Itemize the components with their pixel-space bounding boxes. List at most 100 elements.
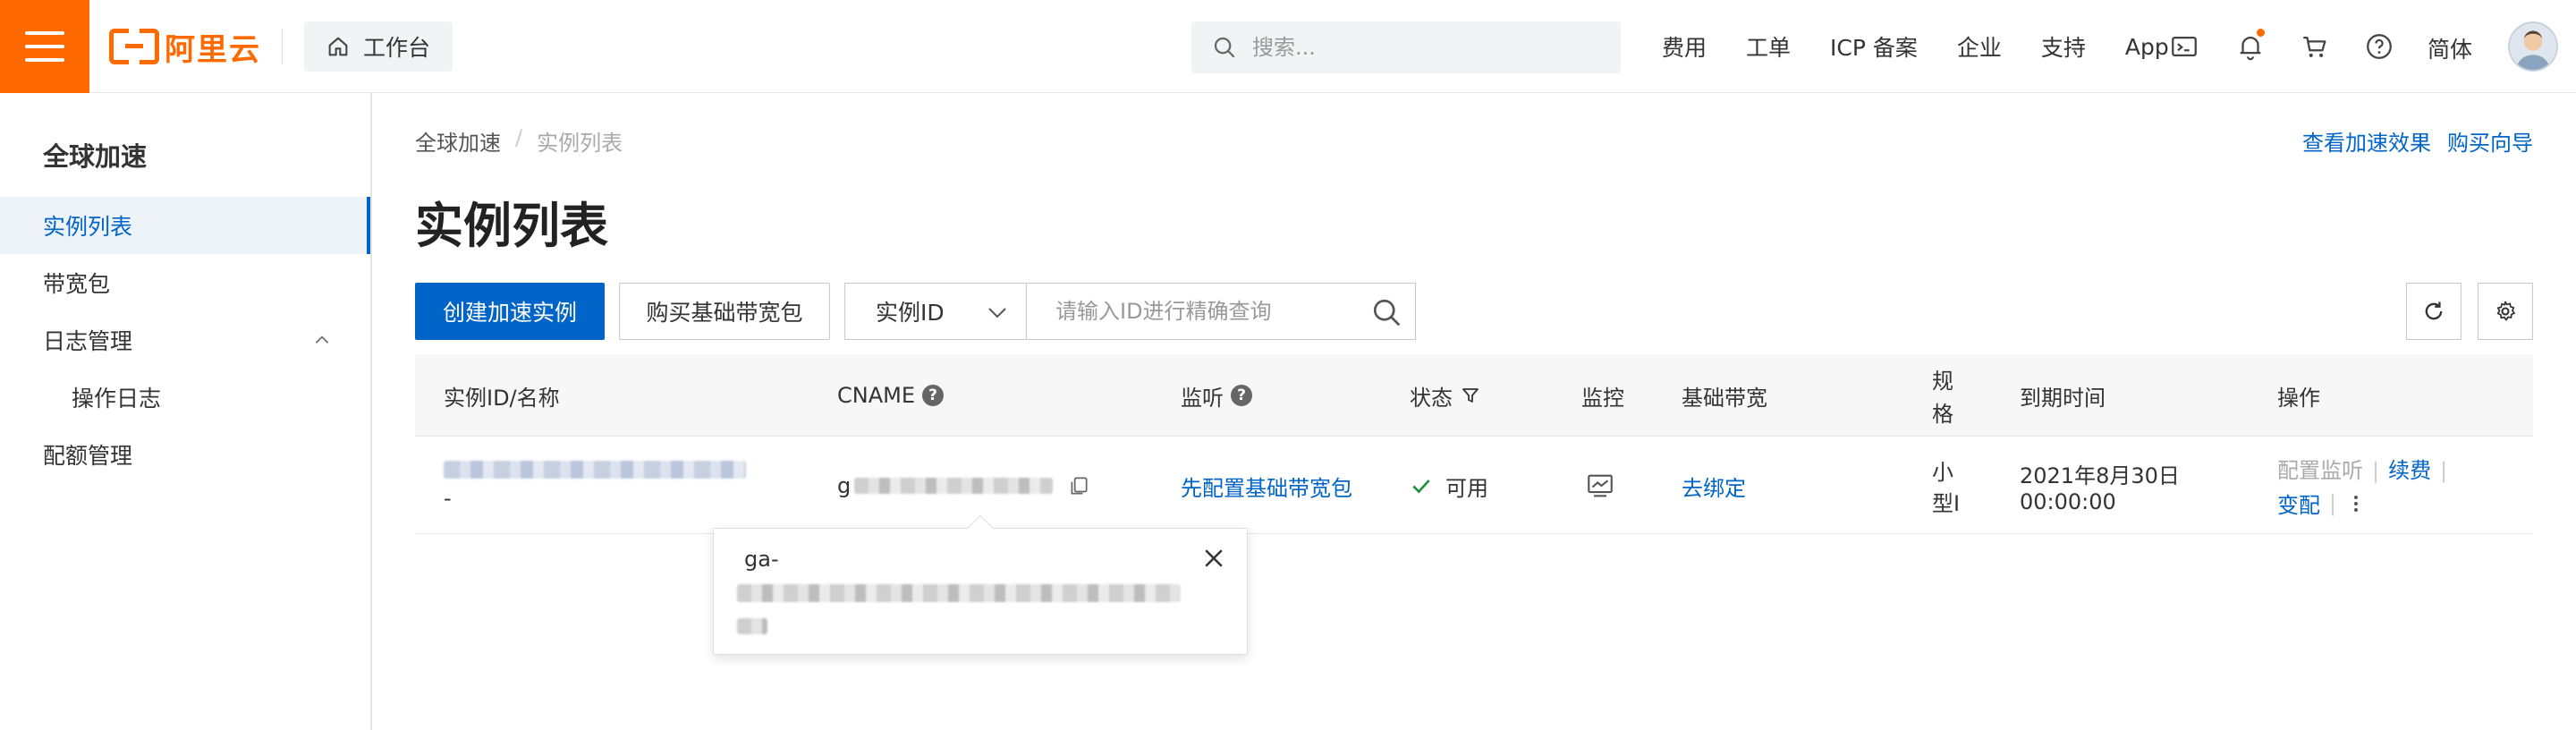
nav-fees[interactable]: 费用 [1662, 30, 1707, 63]
col-cname: CNAME ? [837, 354, 944, 437]
cell-id-name: - [444, 437, 746, 534]
sidebar-item-operation-log[interactable]: 操作日志 [0, 369, 370, 426]
filter-select-value: 实例ID [876, 300, 945, 326]
top-links: 查看加速效果 购买向导 [2302, 125, 2533, 157]
expire-date: 2021年8月30日 [2020, 463, 2180, 488]
logo-text: 阿里云 [165, 31, 261, 68]
question-circle-icon [2367, 34, 2392, 59]
filter-select[interactable]: 实例ID [844, 283, 1027, 340]
view-effect-link[interactable]: 查看加速效果 [2302, 125, 2431, 157]
create-instance-button[interactable]: 创建加速实例 [415, 283, 605, 340]
table-header: 实例ID/名称 CNAME ? 监听 ? 状态 监控 基础带宽 规 格 到期时间… [415, 354, 2533, 437]
cell-monitor [1585, 437, 1615, 534]
expire-time: 00:00:00 [2020, 488, 2116, 514]
breadcrumb: 全球加速 / 实例列表 [415, 125, 623, 157]
bind-bandwidth-link[interactable]: 去绑定 [1682, 437, 1746, 534]
breadcrumb-root[interactable]: 全球加速 [415, 125, 501, 157]
cname-masked [854, 478, 1054, 494]
col-spec: 规 格 [1932, 354, 1953, 437]
sidebar: 全球加速 实例列表 带宽包 日志管理 操作日志 配额管理 [0, 93, 372, 730]
change-spec-action[interactable]: 变配 [2277, 488, 2320, 519]
popover-text: ga- [744, 547, 779, 572]
refresh-button[interactable] [2406, 283, 2462, 340]
sidebar-item-label: 日志管理 [43, 328, 133, 354]
config-listener-action[interactable]: 配置监听 [2277, 458, 2363, 483]
settings-button[interactable] [2478, 283, 2533, 340]
cart-icon [2303, 36, 2326, 57]
col-status: 状态 [1410, 354, 1481, 437]
nav-app[interactable]: App [2125, 34, 2169, 60]
col-bandwidth: 基础带宽 [1682, 385, 1767, 411]
breadcrumb-current: 实例列表 [537, 131, 623, 156]
configure-bandwidth-link[interactable]: 先配置基础带宽包 [1181, 437, 1352, 534]
cell-expire: 2021年8月30日 00:00:00 [2020, 437, 2180, 534]
sidebar-title: 全球加速 [43, 141, 148, 172]
col-listener: 监听 ? [1181, 354, 1252, 437]
help-icon[interactable]: ? [922, 385, 944, 406]
page-title: 实例列表 [415, 198, 608, 254]
col-monitor: 监控 [1581, 385, 1624, 411]
nav-support[interactable]: 支持 [2041, 30, 2086, 63]
top-bar: 阿里云 工作台 费用 工单 ICP 备案 企业 支持 App 简体 [0, 0, 2576, 93]
check-icon [1412, 480, 1430, 494]
aliyun-logo[interactable]: 阿里云 [109, 25, 261, 68]
spec-line2: 型I [1932, 491, 1961, 516]
cname-popover: ga- [713, 514, 1248, 655]
popover-masked-line-1 [737, 584, 1181, 602]
col-status-label: 状态 [1410, 385, 1453, 411]
help-button[interactable] [2363, 30, 2395, 63]
id-search-field[interactable] [1026, 283, 1416, 340]
sidebar-item-quota[interactable]: 配额管理 [0, 426, 370, 483]
sidebar-item-bandwidth[interactable]: 带宽包 [0, 254, 370, 311]
instance-name: - [444, 486, 452, 511]
spec-line1: 小 [1932, 460, 1953, 485]
terminal-icon [2172, 36, 2197, 57]
sidebar-item-instances[interactable]: 实例列表 [0, 197, 370, 254]
global-search[interactable] [1191, 21, 1621, 73]
id-search-input[interactable] [1055, 299, 1360, 324]
instance-id-link[interactable] [444, 461, 746, 479]
divider [282, 29, 283, 64]
col-ops: 操作 [2277, 385, 2320, 411]
copy-icon[interactable] [1067, 474, 1090, 497]
cell-status: 可用 [1410, 437, 1488, 534]
col-spec-line1: 规 [1932, 369, 1953, 394]
nav-tickets[interactable]: 工单 [1746, 30, 1791, 63]
terminal-button[interactable] [2168, 30, 2200, 63]
buy-guide-link[interactable]: 购买向导 [2447, 125, 2533, 157]
chevron-up-icon [315, 335, 329, 344]
filter-icon[interactable] [1460, 385, 1481, 406]
nav-icp[interactable]: ICP 备案 [1830, 30, 1918, 63]
logo-mark-icon [109, 29, 159, 64]
menu-button[interactable] [0, 0, 89, 93]
col-expire: 到期时间 [2020, 385, 2106, 411]
home-icon [328, 37, 348, 56]
monitor-chart-icon[interactable] [1585, 471, 1615, 501]
avatar-icon [2516, 30, 2550, 70]
user-avatar[interactable] [2508, 21, 2558, 72]
hamburger-icon [25, 31, 64, 62]
cname-value: g [837, 473, 852, 498]
cart-button[interactable] [2299, 30, 2331, 63]
more-vertical-icon[interactable] [2345, 491, 2367, 516]
notification-dot [2257, 29, 2265, 37]
chevron-down-icon [988, 308, 1006, 318]
close-icon[interactable] [1200, 545, 1227, 572]
col-listener-label: 监听 [1181, 385, 1224, 411]
workbench-button[interactable]: 工作台 [304, 21, 453, 72]
nav-enterprise[interactable]: 企业 [1957, 30, 2002, 63]
popover-masked-line-2 [737, 618, 767, 634]
global-search-input[interactable] [1252, 35, 1592, 60]
refresh-icon [2425, 301, 2443, 320]
language-switch[interactable]: 简体 [2428, 32, 2472, 64]
renew-action[interactable]: 续费 [2388, 458, 2431, 483]
cell-ops: 配置监听 | 续费 | 变配 | [2277, 458, 2448, 519]
notification-button[interactable] [2234, 29, 2267, 63]
search-icon[interactable] [1370, 296, 1402, 328]
cell-spec: 小 型I [1932, 437, 1960, 534]
col-id-name: 实例ID/名称 [444, 385, 560, 411]
sidebar-item-log-management[interactable]: 日志管理 [0, 311, 370, 369]
help-icon[interactable]: ? [1231, 385, 1252, 406]
buy-bandwidth-button[interactable]: 购买基础带宽包 [619, 283, 830, 340]
col-cname-label: CNAME [837, 383, 915, 408]
